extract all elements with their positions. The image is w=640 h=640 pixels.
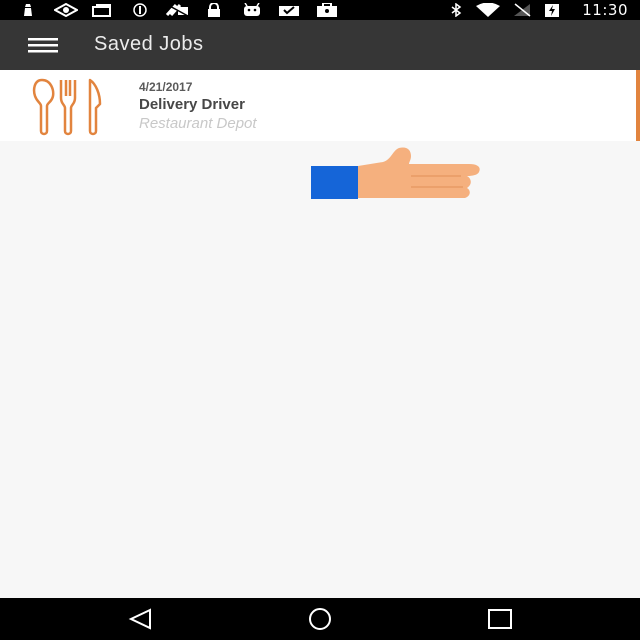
status-time: 11:30: [582, 1, 628, 19]
page-title: Saved Jobs: [94, 33, 204, 55]
saved-job-card[interactable]: 4/21/2017 Delivery Driver Restaurant Dep…: [0, 70, 640, 141]
cards-icon: [92, 3, 112, 17]
hamburger-menu-icon[interactable]: [28, 36, 60, 56]
back-icon[interactable]: [126, 607, 156, 631]
job-card-accent: [636, 70, 640, 141]
navigation-bar: [0, 598, 640, 640]
lock-icon: [206, 3, 222, 17]
pointing-hand-icon: [311, 146, 481, 202]
battery-charging-icon: [544, 3, 560, 17]
job-title: Delivery Driver: [139, 96, 245, 113]
recents-icon[interactable]: [485, 607, 515, 631]
android-icon: [242, 3, 262, 17]
disc-icon: [132, 3, 148, 17]
tray-check-icon: [278, 3, 300, 17]
status-bar: 11:30: [0, 0, 640, 20]
no-signal-icon: [513, 3, 531, 17]
home-icon[interactable]: [305, 607, 335, 631]
no-fax-icon: [164, 3, 190, 17]
utensils-icon: [30, 78, 106, 136]
job-company: Restaurant Depot: [139, 115, 257, 132]
briefcase-icon: [316, 3, 338, 17]
wifi-icon: [475, 3, 501, 17]
lighthouse-icon: [20, 3, 36, 17]
job-date: 4/21/2017: [139, 80, 193, 94]
app-bar: Saved Jobs: [0, 20, 640, 70]
bluetooth-icon: [450, 3, 462, 17]
eye-icon: [54, 3, 78, 17]
